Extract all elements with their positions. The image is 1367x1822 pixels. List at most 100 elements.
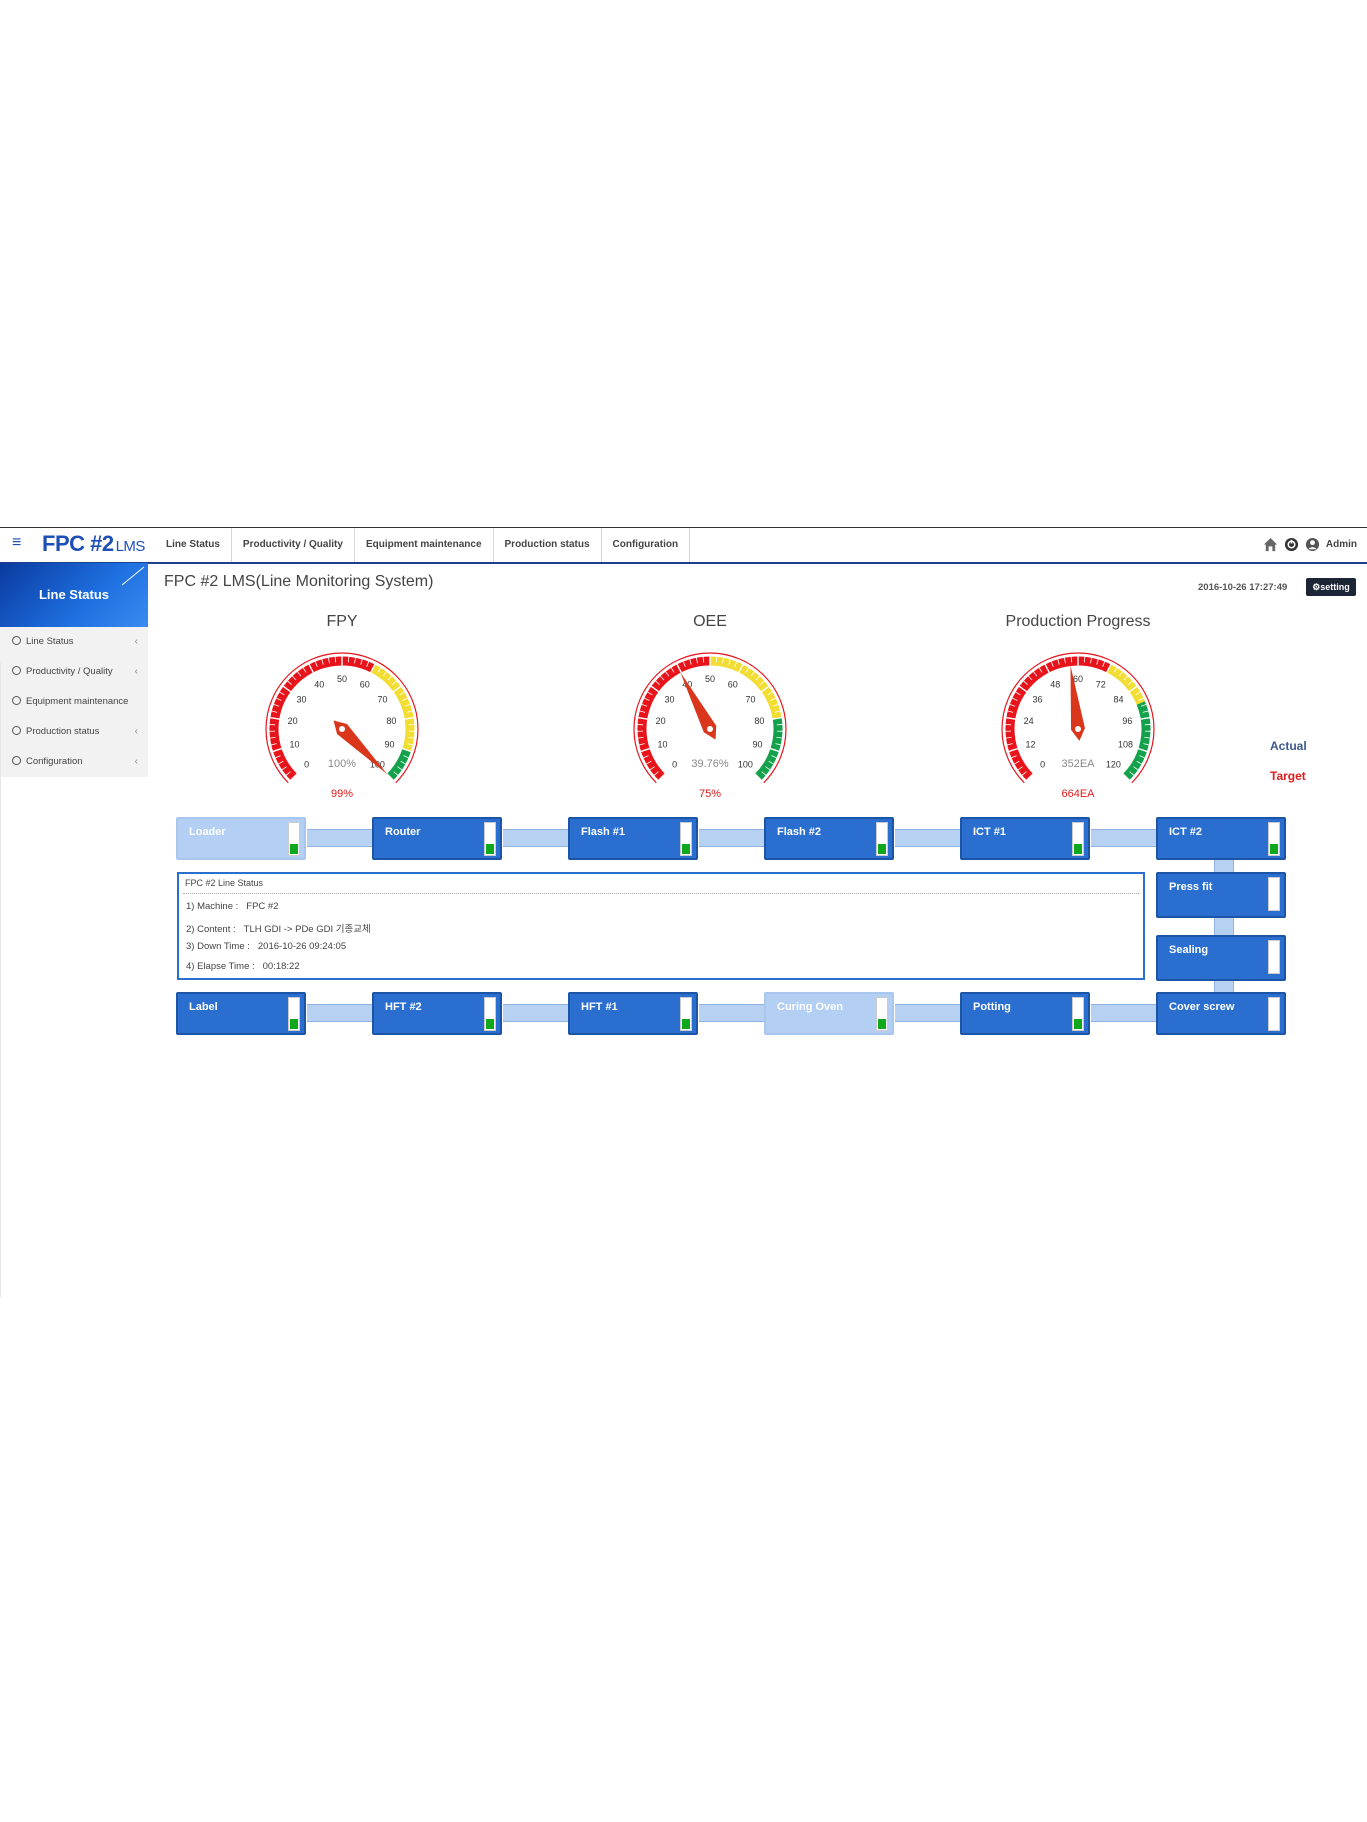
nav-productivity-quality[interactable]: Productivity / Quality	[232, 528, 355, 562]
gauge-tick-label: 60	[360, 679, 370, 689]
gauge-tick-label: 100	[738, 759, 753, 769]
gauge-tick	[1083, 656, 1086, 663]
line-status-row: 2) Content : TLH GDI -> PDe GDI 기종교체	[186, 921, 371, 935]
machine-label: Label	[189, 1001, 218, 1013]
circle-icon	[12, 756, 21, 765]
machine-ict-2[interactable]: ICT #2	[1156, 817, 1286, 860]
power-icon[interactable]	[1284, 537, 1299, 552]
sidebar-item-line-status[interactable]: Line Status ‹	[0, 627, 148, 657]
circle-icon	[12, 726, 21, 735]
machine-status-bar	[1072, 997, 1084, 1031]
gauge-tick-label: 30	[297, 695, 307, 705]
sidebar-item-label: Productivity / Quality	[26, 666, 113, 677]
machine-flash-1[interactable]: Flash #1	[568, 817, 698, 860]
gauge-tick-label: 10	[657, 739, 667, 749]
gauge-tick-label: 70	[377, 695, 387, 705]
user-name[interactable]: Admin	[1326, 539, 1357, 550]
machine-label: Press fit	[1169, 881, 1213, 893]
menu-icon[interactable]: ≡	[12, 534, 21, 552]
divider	[183, 893, 1139, 894]
machine-press-fit[interactable]: Press fit	[1156, 872, 1286, 918]
gauge-fpy: 0102030405060708090100100%99%	[265, 652, 419, 806]
gauge-tick-label: 0	[304, 759, 309, 769]
gauge-tick-label: 60	[728, 679, 738, 689]
machine-potting[interactable]: Potting	[960, 992, 1090, 1035]
gauge-title-oee: OEE	[693, 613, 727, 630]
nav-equipment-maintenance[interactable]: Equipment maintenance	[355, 528, 494, 562]
line-connector	[307, 1004, 374, 1022]
gauge-tick-label: 0	[1040, 759, 1045, 769]
gauge-actual-value: 352EA	[1061, 758, 1095, 770]
sidebar-item-configuration[interactable]: Configuration ‹	[0, 747, 148, 777]
app-logo[interactable]: FPC #2 LMS	[42, 531, 145, 557]
gauge-tick	[702, 656, 705, 663]
row-label: 2) Content :	[186, 924, 236, 935]
chevron-left-icon: ‹	[134, 756, 138, 767]
nav-production-status[interactable]: Production status	[494, 528, 602, 562]
gauge-tick-label: 10	[289, 739, 299, 749]
gauge-tick-label: 50	[705, 674, 715, 684]
nav-configuration[interactable]: Configuration	[602, 528, 691, 562]
machine-status-fill	[1270, 844, 1278, 854]
nav-line-status[interactable]: Line Status	[155, 528, 232, 562]
sidebar-item-label: Equipment maintenance	[26, 696, 129, 707]
machine-sealing[interactable]: Sealing	[1156, 935, 1286, 981]
user-icon[interactable]	[1305, 537, 1320, 552]
sidebar-title: Line Status	[38, 587, 110, 602]
line-connector	[1091, 1004, 1158, 1022]
gauge-tick-label: 90	[385, 739, 395, 749]
sidebar-item-label: Line Status	[26, 636, 74, 647]
machine-status-bar	[876, 997, 888, 1031]
machine-curing-oven[interactable]: Curing Oven	[764, 992, 894, 1035]
machine-status-bar	[680, 997, 692, 1031]
gauge-title-production-progress: Production Progress	[1005, 613, 1151, 630]
sidebar-header: Line Status	[0, 563, 148, 627]
machine-label: Router	[385, 826, 421, 838]
machine-status-fill	[878, 844, 886, 854]
line-status-row: 3) Down Time : 2016-10-26 09:24:05	[186, 941, 346, 952]
machine-label-station[interactable]: Label	[176, 992, 306, 1035]
machine-cover-screw[interactable]: Cover screw	[1156, 992, 1286, 1035]
machine-label: HFT #2	[385, 1001, 422, 1013]
row-value: TLH GDI -> PDe GDI 기종교체	[243, 924, 371, 935]
machine-hft-1[interactable]: HFT #1	[568, 992, 698, 1035]
home-icon[interactable]	[1263, 537, 1278, 552]
machine-loader[interactable]: Loader	[176, 817, 306, 860]
machine-status-fill	[290, 1019, 298, 1029]
sidebar-item-equipment-maintenance[interactable]: Equipment maintenance	[0, 687, 148, 717]
logo-sub: LMS	[115, 538, 146, 555]
machine-status-fill	[878, 1019, 886, 1029]
gauge-tick-label: 108	[1118, 739, 1133, 749]
line-connector	[895, 829, 962, 847]
gauge-tick-label: 24	[1024, 716, 1034, 726]
gauge-tick-label: 36	[1033, 695, 1043, 705]
corner-decoration-icon	[121, 566, 145, 586]
sidebar-border	[0, 663, 1, 1297]
machine-router[interactable]: Router	[372, 817, 502, 860]
top-bar: ≡ FPC #2 LMS Line Status Productivity / Q…	[0, 527, 1367, 564]
line-connector	[699, 1004, 766, 1022]
machine-ict-1[interactable]: ICT #1	[960, 817, 1090, 860]
circle-icon	[12, 696, 21, 705]
machine-status-fill	[486, 844, 494, 854]
gauge-tick-label: 60	[1073, 674, 1083, 684]
machine-status-bar	[484, 997, 496, 1031]
legend-target: Target	[1270, 769, 1306, 783]
machine-status-fill	[1074, 844, 1082, 854]
sidebar-item-productivity-quality[interactable]: Productivity / Quality ‹	[0, 657, 148, 687]
chevron-left-icon: ‹	[134, 726, 138, 737]
gauge-tick-label: 70	[745, 695, 755, 705]
sidebar-item-production-status[interactable]: Production status ‹	[0, 717, 148, 747]
gauge-production-progress: 0 12 24 36 48 60 72 84 96 108 120 352EA 664EA	[1001, 652, 1155, 806]
gauge-hub	[339, 726, 345, 732]
gauge-target-value: 99%	[331, 788, 353, 800]
machine-label: Loader	[189, 826, 226, 838]
machine-flash-2[interactable]: Flash #2	[764, 817, 894, 860]
machine-label: Curing Oven	[777, 1001, 844, 1013]
setting-button[interactable]: ⚙setting	[1306, 578, 1356, 596]
line-status-header: FPC #2 Line Status	[185, 878, 264, 888]
machine-label: HFT #1	[581, 1001, 618, 1013]
machine-hft-2[interactable]: HFT #2	[372, 992, 502, 1035]
machine-label: Potting	[973, 1001, 1011, 1013]
logo-main: FPC #2	[42, 531, 114, 556]
